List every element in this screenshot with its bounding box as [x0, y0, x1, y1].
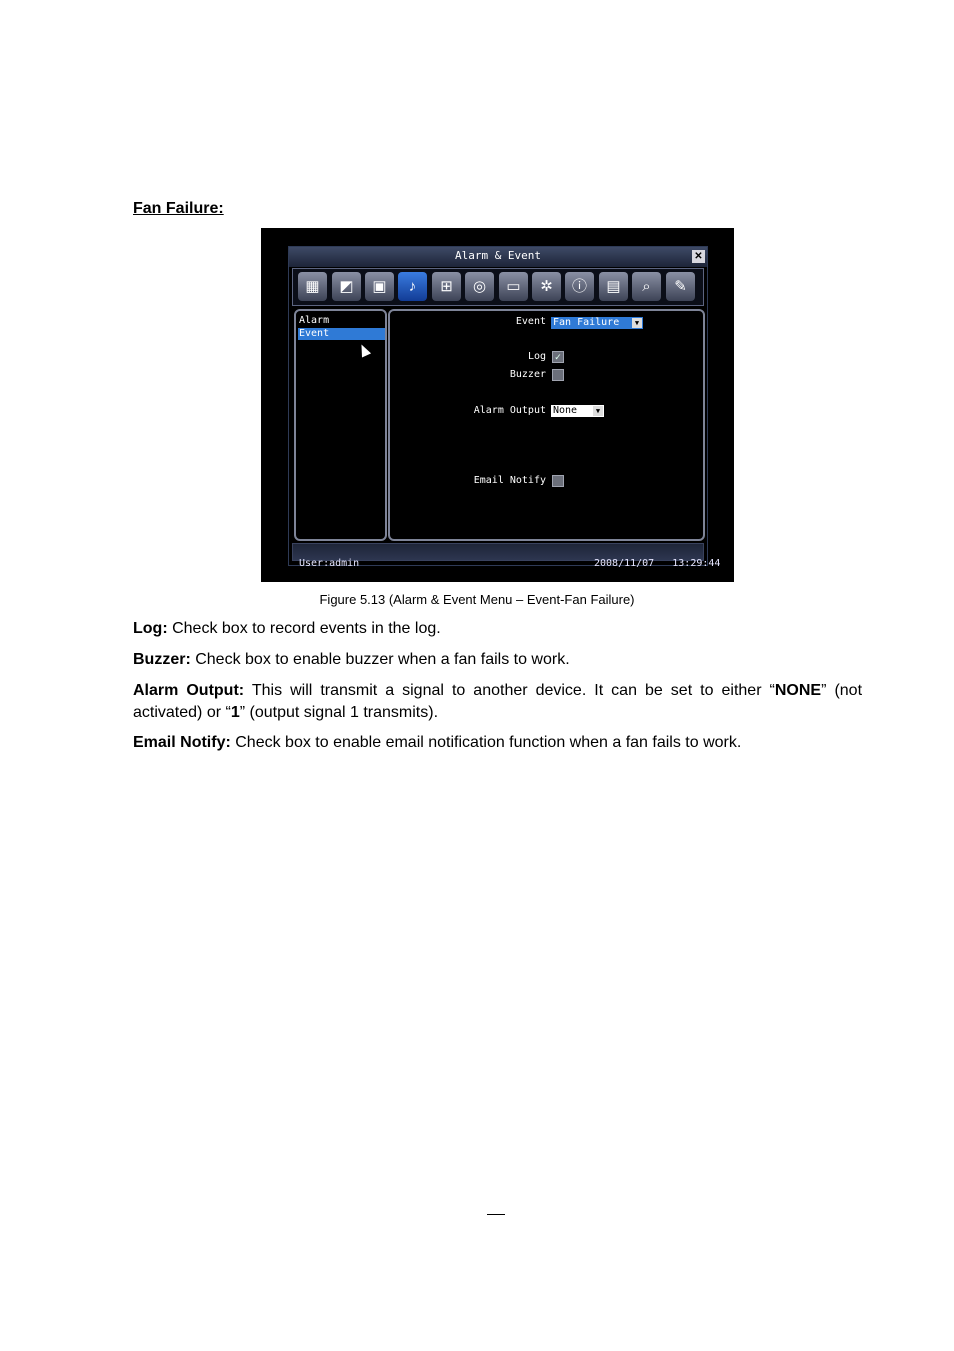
buzzer-paragraph: Buzzer: Check box to enable buzzer when … — [133, 649, 862, 671]
log-label: Log — [527, 351, 546, 362]
settings-panel: Event Fan Failure ▼ Log ✓ Buzzer Alarm O… — [388, 309, 705, 541]
camera-icon[interactable]: ◩ — [332, 272, 361, 301]
alarm-one-value: 1 — [230, 704, 240, 721]
email-notify-description: Check box to enable email notification f… — [230, 734, 742, 751]
alarm-none-value: NONE — [774, 682, 822, 699]
info-icon[interactable]: ⓘ — [565, 272, 594, 301]
alarm-bell-icon[interactable]: ♪ — [398, 272, 427, 301]
display-icon[interactable]: ▭ — [499, 272, 528, 301]
alarm-output-dropdown[interactable]: None ▼ — [551, 405, 604, 417]
buzzer-checkbox[interactable] — [552, 369, 564, 381]
dialog-titlebar: Alarm & Event ✕ — [289, 247, 707, 267]
alarm-output-paragraph: Alarm Output: This will transmit a signa… — [133, 680, 862, 724]
close-icon[interactable]: ✕ — [692, 250, 705, 263]
tools-icon[interactable]: ✎ — [666, 272, 695, 301]
search-icon[interactable]: ⌕ — [632, 272, 661, 301]
chevron-down-icon: ▼ — [632, 318, 642, 328]
film-icon[interactable]: ▦ — [298, 272, 327, 301]
log-checkbox[interactable]: ✓ — [552, 351, 564, 363]
datetime-status: 2008/11/07 13:29:44 — [594, 558, 721, 569]
alarm-output-term: Alarm Output: — [133, 682, 245, 699]
log-icon[interactable]: ▤ — [599, 272, 628, 301]
mouse-cursor-icon — [356, 342, 372, 358]
dialog-title: Alarm & Event — [454, 249, 542, 262]
alarm-output-value: None — [553, 405, 578, 416]
section-heading: Fan Failure: — [133, 200, 224, 217]
log-term: Log: — [133, 620, 168, 637]
email-notify-checkbox[interactable] — [552, 475, 564, 487]
log-paragraph: Log: Check box to record events in the l… — [133, 618, 862, 640]
user-status: User:admin — [299, 558, 360, 569]
log-description: Check box to record events in the log. — [167, 620, 441, 637]
buzzer-label: Buzzer — [509, 369, 546, 380]
event-dropdown[interactable]: Fan Failure ▼ — [551, 317, 643, 329]
menu-toolbar: ▦ ◩ ▣ ♪ ⊞ ◎ ▭ ✲ ⓘ ▤ ⌕ ✎ — [292, 268, 704, 306]
event-label: Event — [515, 316, 546, 327]
email-notify-term: Email Notify: — [133, 734, 231, 751]
record-icon[interactable]: ▣ — [365, 272, 394, 301]
submenu-item-event[interactable]: Event — [298, 328, 385, 340]
event-value: Fan Failure — [553, 317, 620, 328]
disk-icon[interactable]: ◎ — [465, 272, 494, 301]
network-icon[interactable]: ⊞ — [432, 272, 461, 301]
buzzer-term: Buzzer: — [133, 651, 191, 668]
page-footer-line — [487, 1214, 505, 1215]
submenu-list: Alarm Event — [294, 309, 387, 541]
alarm-output-description-3: ” (output signal 1 transmits). — [239, 704, 439, 721]
figure-caption: Figure 5.13 (Alarm & Event Menu – Event-… — [319, 592, 635, 607]
dvr-screenshot: Alarm & Event ✕ ▦ ◩ ▣ ♪ ⊞ ◎ ▭ ✲ ⓘ ▤ ⌕ ✎ … — [261, 228, 734, 582]
buzzer-description: Check box to enable buzzer when a fan fa… — [190, 651, 570, 668]
alarm-output-label: Alarm Output — [473, 405, 546, 416]
alarm-output-description-1: This will transmit a signal to another d… — [244, 682, 775, 699]
email-notify-paragraph: Email Notify: Check box to enable email … — [133, 732, 862, 754]
gear-icon[interactable]: ✲ — [532, 272, 561, 301]
alarm-event-dialog: Alarm & Event ✕ ▦ ◩ ▣ ♪ ⊞ ◎ ▭ ✲ ⓘ ▤ ⌕ ✎ … — [288, 246, 708, 566]
submenu-item-alarm[interactable]: Alarm — [298, 315, 385, 327]
chevron-down-icon: ▼ — [593, 406, 603, 416]
email-notify-label: Email Notify — [473, 475, 546, 486]
